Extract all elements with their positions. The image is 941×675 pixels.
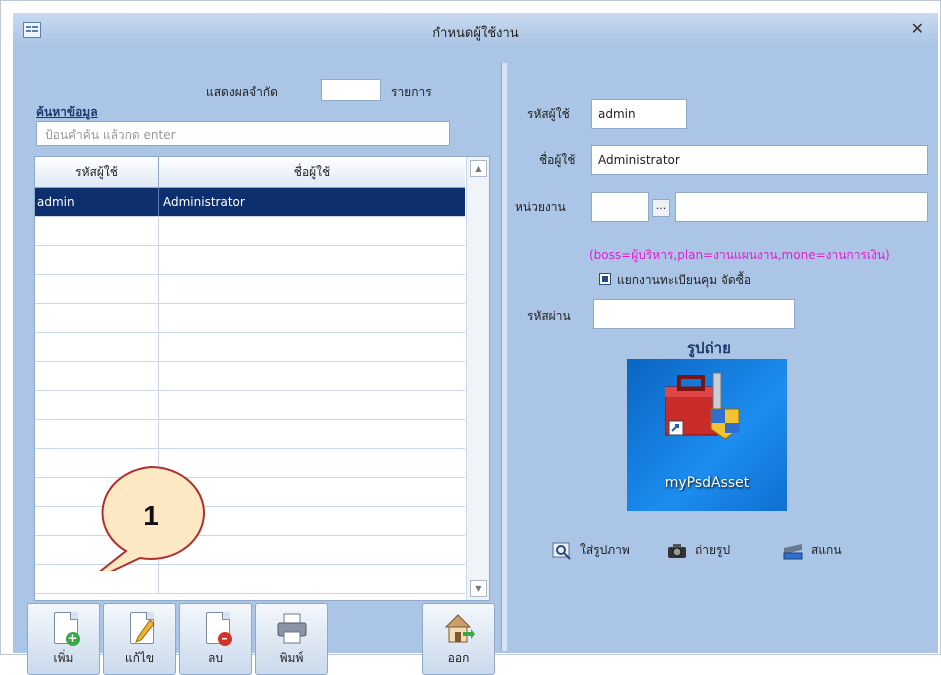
- column-header-code[interactable]: รหัสผู้ใช้: [35, 157, 159, 187]
- cell: [159, 333, 465, 361]
- cell: [35, 420, 159, 448]
- print-button-label: พิมพ์: [279, 651, 304, 665]
- callout-bubble: 1: [99, 465, 205, 571]
- empty-row[interactable]: [35, 304, 465, 333]
- cell: [159, 246, 465, 274]
- search-input[interactable]: ป้อนคำค้น แล้วกด enter: [36, 121, 450, 146]
- password-field[interactable]: [593, 299, 795, 329]
- empty-row[interactable]: [35, 275, 465, 304]
- department-label: หน่วยงาน: [515, 200, 566, 214]
- cell: [159, 391, 465, 419]
- capture-photo-button[interactable]: ถ่ายรูป: [667, 541, 730, 563]
- delete-button[interactable]: – ลบ: [179, 603, 252, 675]
- separate-registry-checkbox[interactable]: [599, 273, 611, 285]
- user-list-panel: แสดงผลจำกัด รายการ ค้นหาข้อมูล ป้อนคำค้น…: [21, 63, 497, 675]
- scroll-down-icon[interactable]: ▼: [470, 580, 487, 597]
- cell: [35, 217, 159, 245]
- action-toolbar: + เพิ่ม แก้ไข – ลบ พิมพ์ ออก: [27, 603, 495, 675]
- user-code-field[interactable]: admin: [591, 99, 687, 129]
- search-section-title: ค้นหาข้อมูล: [36, 105, 98, 119]
- title-bar[interactable]: กำหนดผู้ใช้งาน ✕: [13, 13, 938, 47]
- empty-row[interactable]: [35, 333, 465, 362]
- cell: [35, 246, 159, 274]
- print-button[interactable]: พิมพ์: [255, 603, 328, 675]
- minus-badge-icon: –: [217, 632, 232, 646]
- add-document-icon: +: [48, 612, 80, 646]
- user-name-field[interactable]: Administrator: [591, 145, 928, 175]
- empty-row[interactable]: [35, 217, 465, 246]
- cell: [35, 275, 159, 303]
- insert-photo-button[interactable]: ใส่รูปภาพ: [552, 541, 630, 563]
- password-label: รหัสผ่าน: [527, 309, 571, 323]
- empty-row[interactable]: [35, 362, 465, 391]
- table-header: รหัสผู้ใช้ ชื่อผู้ใช้: [35, 157, 465, 188]
- user-photo: myPsdAsset: [627, 359, 787, 511]
- separate-registry-label: แยกงานทะเบียนคุม จัดซื้อ: [617, 273, 752, 287]
- cell: [35, 304, 159, 332]
- capture-photo-label: ถ่ายรูป: [695, 543, 731, 557]
- cell: [35, 391, 159, 419]
- column-header-name[interactable]: ชื่อผู้ใช้: [159, 157, 465, 187]
- printer-icon: [276, 612, 308, 646]
- cell: [159, 362, 465, 390]
- house-shape: [444, 614, 475, 643]
- department-browse-button[interactable]: ...: [652, 199, 670, 217]
- delete-button-label: ลบ: [208, 651, 223, 665]
- insert-image-icon: [552, 542, 571, 560]
- delete-document-icon: –: [200, 612, 232, 646]
- edit-button[interactable]: แก้ไข: [103, 603, 176, 675]
- cell: [159, 420, 465, 448]
- add-button-label: เพิ่ม: [53, 651, 74, 665]
- cell: [159, 304, 465, 332]
- photo-title: รูปถ่าย: [687, 339, 731, 357]
- scanner-icon: [783, 543, 803, 559]
- toolbox-app-icon: [665, 372, 740, 440]
- user-name-label: ชื่อผู้ใช้: [539, 153, 576, 167]
- department-name-field[interactable]: [675, 192, 928, 222]
- role-hint-text: (boss=ผู้บริหาร,plan=งานแผนงาน,mone=งานก…: [589, 248, 890, 262]
- empty-row[interactable]: [35, 246, 465, 275]
- cell-user-code: admin: [35, 188, 159, 216]
- printer-shape: [277, 613, 306, 644]
- limit-label: แสดงผลจำกัด: [206, 85, 278, 99]
- scan-label: สแกน: [811, 543, 842, 557]
- insert-photo-label: ใส่รูปภาพ: [580, 543, 630, 557]
- close-icon[interactable]: ✕: [911, 19, 924, 38]
- user-detail-panel: รหัสผู้ใช้ admin ชื่อผู้ใช้ Administrato…: [507, 63, 938, 653]
- photo-caption: myPsdAsset: [664, 475, 750, 491]
- limit-unit-label: รายการ: [391, 85, 432, 99]
- edit-document-icon: [124, 612, 156, 646]
- user-code-label: รหัสผู้ใช้: [527, 107, 570, 121]
- cell: [35, 362, 159, 390]
- empty-row[interactable]: [35, 420, 465, 449]
- exit-button[interactable]: ออก: [422, 603, 495, 675]
- limit-input[interactable]: [321, 79, 381, 101]
- window-title: กำหนดผู้ใช้งาน: [432, 26, 519, 41]
- cell: [35, 333, 159, 361]
- pencil-icon: [134, 619, 155, 643]
- cell: [159, 275, 465, 303]
- table-scrollbar[interactable]: ▲ ▼: [466, 157, 489, 600]
- cell: [159, 217, 465, 245]
- cell-user-name: Administrator: [163, 195, 245, 209]
- scroll-up-icon[interactable]: ▲: [470, 160, 487, 177]
- plus-badge-icon: +: [65, 631, 80, 646]
- table-row[interactable]: admin Administrator: [35, 188, 465, 217]
- exit-house-icon: [443, 612, 475, 646]
- empty-row[interactable]: [35, 391, 465, 420]
- department-code-field[interactable]: [591, 192, 649, 222]
- callout-number: 1: [143, 500, 159, 531]
- exit-button-label: ออก: [447, 651, 470, 665]
- edit-button-label: แก้ไข: [124, 651, 155, 665]
- camera-icon: [668, 543, 686, 558]
- scan-button[interactable]: สแกน: [783, 541, 842, 563]
- add-button[interactable]: + เพิ่ม: [27, 603, 100, 675]
